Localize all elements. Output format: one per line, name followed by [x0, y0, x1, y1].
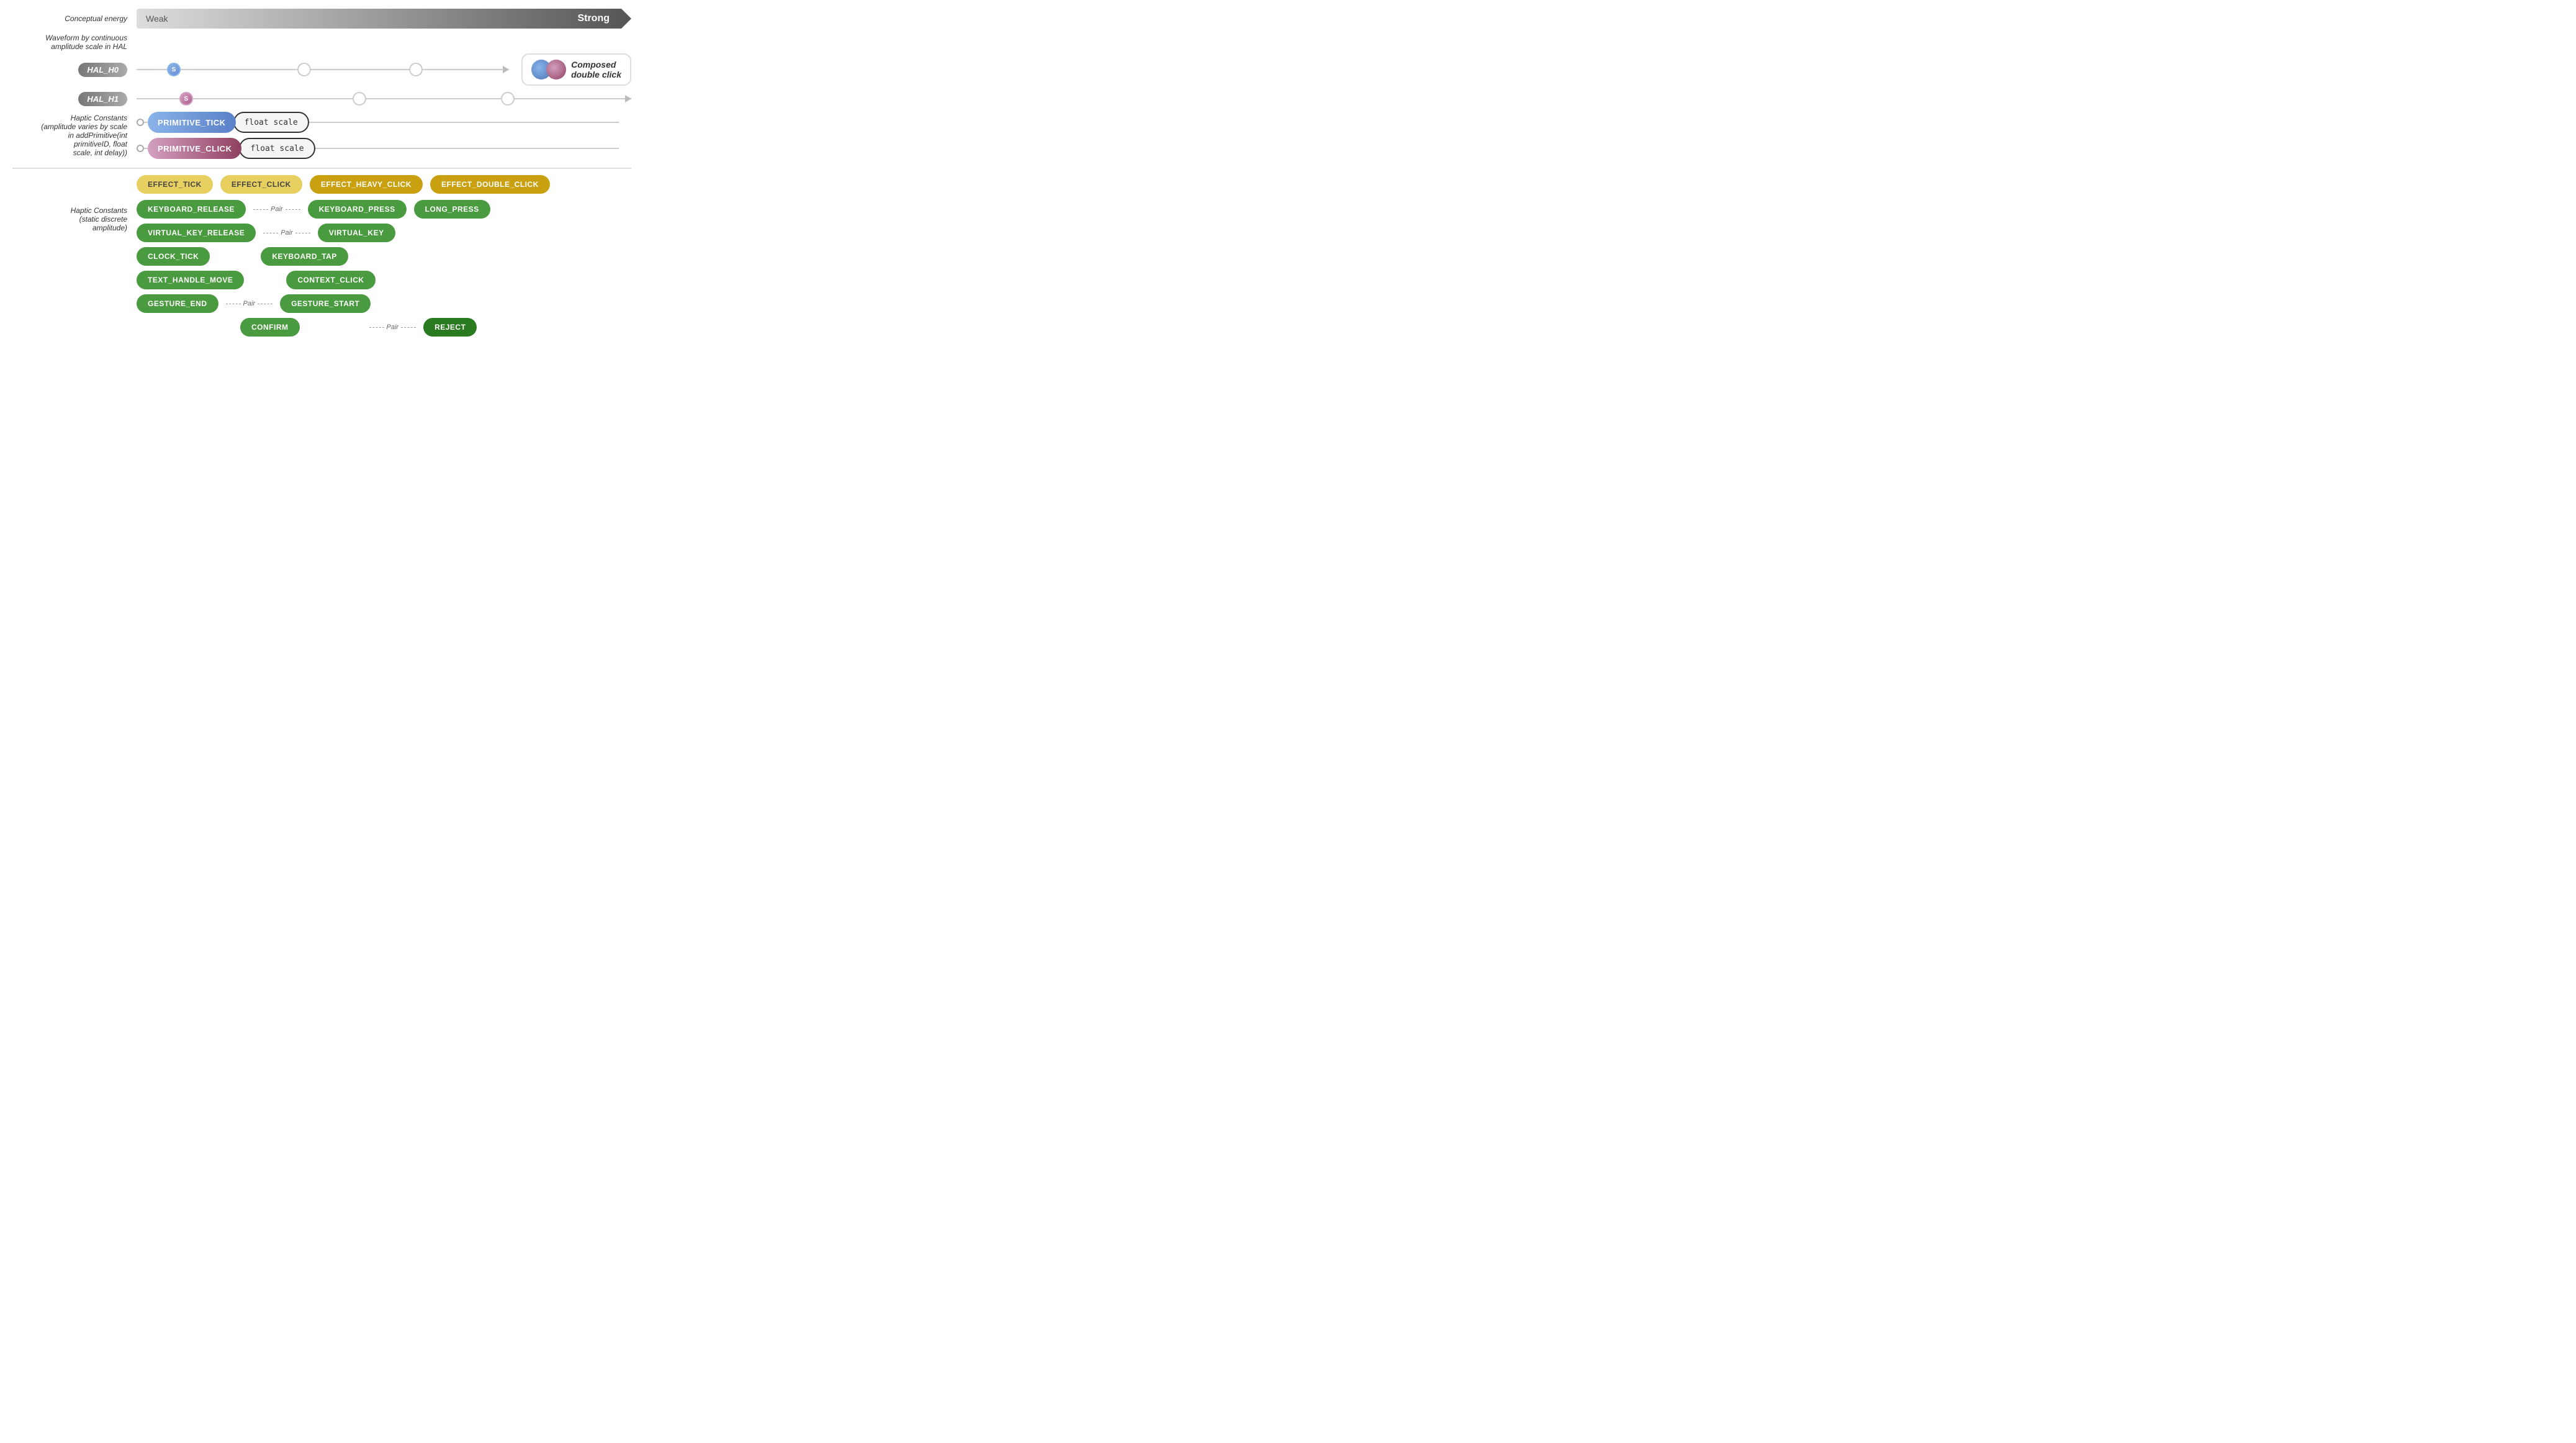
energy-label: Conceptual energy — [12, 14, 137, 23]
hal-h1-label-col: HAL_H1 — [12, 94, 137, 104]
energy-strong-label: Strong — [577, 13, 610, 24]
track-line-h0 — [137, 69, 509, 70]
pair-connector-1: Pair — [253, 206, 300, 213]
hal-h1-track: S — [137, 89, 631, 108]
primitive-click-pill: PRIMITIVE_CLICK float scale — [148, 138, 315, 159]
pair-label-1: Pair — [271, 206, 283, 213]
primitive-tick-pill: PRIMITIVE_TICK float scale — [148, 112, 309, 133]
effect-double-click-button[interactable]: EFFECT_DOUBLE_CLICK — [430, 175, 550, 194]
primitive-tick-dot — [137, 119, 144, 126]
legend-circles — [531, 60, 566, 79]
effect-heavy-click-button[interactable]: EFFECT_HEAVY_CLICK — [310, 175, 423, 194]
gesture-end-button[interactable]: GESTURE_END — [137, 294, 218, 313]
primitive-click-dot — [137, 145, 144, 152]
track-line-h1 — [137, 98, 631, 99]
keyboard-press-button[interactable]: KEYBOARD_PRESS — [308, 200, 407, 219]
pair-line-1 — [253, 209, 268, 210]
text-handle-move-button[interactable]: TEXT_HANDLE_MOVE — [137, 271, 244, 289]
haptic-constants-label: Haptic Constants (amplitude varies by sc… — [12, 114, 137, 157]
pair-label-4: Pair — [387, 323, 399, 331]
primitive-click-row: PRIMITIVE_CLICK float scale — [137, 138, 631, 159]
waveform-label: Waveform by continuous amplitude scale i… — [12, 34, 137, 51]
hal-h0-label-col: HAL_H0 — [12, 65, 137, 75]
energy-bar-wrap: Weak Strong — [137, 9, 631, 29]
hal-h0-track: S — [137, 60, 509, 79]
pair-line-4b — [401, 327, 416, 328]
keyboard-release-button[interactable]: KEYBOARD_RELEASE — [137, 200, 246, 219]
hal-h0-end-circle — [409, 63, 423, 76]
confirm-button[interactable]: CONFIRM — [240, 318, 300, 337]
pair-connector-4: Pair — [369, 323, 417, 331]
hal-h1-mid-circle — [353, 92, 366, 106]
clock-tick-button[interactable]: CLOCK_TICK — [137, 247, 210, 266]
primitive-click-right: float scale — [239, 138, 315, 159]
pair-connector-3: Pair — [226, 300, 273, 307]
track-arrow-h0 — [503, 66, 509, 73]
primitive-tick-right: float scale — [233, 112, 309, 133]
effect-tick-button[interactable]: EFFECT_TICK — [137, 175, 213, 194]
legend-circle-red — [546, 60, 566, 79]
primitive-tick-left: PRIMITIVE_TICK — [148, 112, 236, 133]
hal-h0-pill: HAL_H0 — [78, 63, 127, 77]
hal-h0-start-circle: S — [167, 63, 181, 76]
hal-h0-mid-circle — [297, 63, 311, 76]
effect-click-button[interactable]: EFFECT_CLICK — [220, 175, 302, 194]
gesture-start-button[interactable]: GESTURE_START — [280, 294, 371, 313]
energy-bar: Weak Strong — [137, 9, 631, 29]
hal-h1-pill: HAL_H1 — [78, 92, 127, 106]
divider — [12, 168, 631, 169]
primitive-click-left: PRIMITIVE_CLICK — [148, 138, 241, 159]
composed-label: Composed double click — [571, 60, 621, 79]
pair-label-3: Pair — [243, 300, 256, 307]
virtual-key-button[interactable]: VIRTUAL_KEY — [318, 224, 395, 242]
pair-line-4 — [369, 327, 384, 328]
pair-connector-2: Pair — [263, 229, 310, 237]
hal-h1-end-circle — [501, 92, 515, 106]
context-click-button[interactable]: CONTEXT_CLICK — [286, 271, 375, 289]
track-arrow-h1 — [625, 95, 631, 102]
pair-line-1b — [286, 209, 300, 210]
reject-button[interactable]: REJECT — [423, 318, 477, 337]
virtual-key-release-button[interactable]: VIRTUAL_KEY_RELEASE — [137, 224, 256, 242]
hal-h1-start-circle: S — [179, 92, 193, 106]
long-press-button[interactable]: LONG_PRESS — [414, 200, 490, 219]
pair-label-2: Pair — [281, 229, 293, 237]
energy-weak-label: Weak — [146, 14, 168, 24]
keyboard-tap-button[interactable]: KEYBOARD_TAP — [261, 247, 348, 266]
haptic-constants-discrete-label: Haptic Constants (static discrete amplit… — [12, 200, 137, 232]
primitive-tick-row: PRIMITIVE_TICK float scale — [137, 112, 631, 133]
